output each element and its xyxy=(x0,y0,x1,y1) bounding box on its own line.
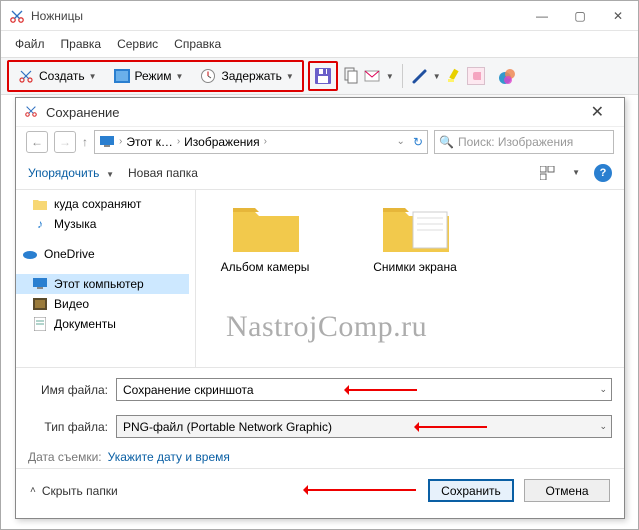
chevron-right-icon: › xyxy=(264,136,267,147)
onedrive-icon xyxy=(22,246,38,262)
chevron-right-icon: › xyxy=(177,136,180,147)
menu-help[interactable]: Справка xyxy=(168,35,227,53)
watermark: NastrojComp.ru xyxy=(226,310,427,344)
breadcrumb-seg[interactable]: Изображения xyxy=(184,135,259,149)
monitor-icon xyxy=(32,276,48,292)
search-placeholder: Поиск: Изображения xyxy=(458,135,573,149)
filename-input[interactable]: Сохранение скриншота ⌄ xyxy=(116,378,612,401)
tree-item[interactable]: OneDrive xyxy=(22,244,189,264)
save-dialog: Сохранение ✕ ← → ↑ › Этот к… › Изображен… xyxy=(15,97,625,519)
folder-icon xyxy=(229,200,301,256)
scissors-icon xyxy=(9,8,25,24)
maximize-button[interactable]: ▢ xyxy=(568,9,592,23)
mail-icon[interactable] xyxy=(364,67,382,85)
chevron-down-icon[interactable]: ⌄ xyxy=(599,421,607,432)
chevron-down-icon[interactable]: ▼ xyxy=(572,168,580,177)
dialog-close-button[interactable]: ✕ xyxy=(579,102,616,122)
delay-button[interactable]: Задержать ▼ xyxy=(193,64,299,88)
clock-icon xyxy=(199,67,217,85)
help-icon[interactable]: ? xyxy=(594,164,612,182)
highlighter-icon[interactable] xyxy=(445,67,463,85)
folder-tree[interactable]: куда сохраняют ♪Музыка OneDrive Этот ком… xyxy=(16,190,196,367)
chevron-down-icon: ▼ xyxy=(286,72,294,81)
pen-icon[interactable] xyxy=(411,67,429,85)
tree-item-thispc[interactable]: Этот компьютер xyxy=(16,274,189,294)
save-button[interactable]: Сохранить xyxy=(428,479,514,502)
view-icon[interactable] xyxy=(538,163,558,183)
copy-icon[interactable] xyxy=(342,67,360,85)
save-icon[interactable] xyxy=(314,67,332,85)
menu-service[interactable]: Сервис xyxy=(111,35,164,53)
new-folder-button[interactable]: Новая папка xyxy=(128,166,198,180)
annotation-arrow xyxy=(306,489,416,491)
chevron-right-icon: › xyxy=(119,136,122,147)
search-input[interactable]: 🔍 Поиск: Изображения xyxy=(434,130,614,154)
nav-forward-button[interactable]: → xyxy=(54,131,76,153)
cancel-button[interactable]: Отмена xyxy=(524,479,610,502)
tree-item[interactable]: Документы xyxy=(32,314,189,334)
eraser-icon[interactable] xyxy=(467,67,485,85)
menu-file[interactable]: Файл xyxy=(9,35,51,53)
chevron-down-icon[interactable]: ▼ xyxy=(386,72,394,81)
folder-icon xyxy=(32,196,48,212)
annotation-arrow xyxy=(417,426,487,428)
folder-item[interactable]: Снимки экрана xyxy=(360,200,470,274)
mode-label: Режим xyxy=(135,69,172,83)
scissors-icon xyxy=(17,67,35,85)
folder-thumb-icon xyxy=(379,200,451,256)
highlighted-save-group xyxy=(308,61,338,91)
chevron-down-icon: ▼ xyxy=(89,72,97,81)
monitor-icon xyxy=(99,134,115,150)
chevron-down-icon[interactable]: ⌄ xyxy=(397,136,405,147)
music-icon: ♪ xyxy=(32,216,48,232)
create-button[interactable]: Создать ▼ xyxy=(11,64,103,88)
filetype-select[interactable]: PNG-файл (Portable Network Graphic) ⌄ xyxy=(116,415,612,438)
refresh-icon[interactable]: ↻ xyxy=(413,135,423,149)
minimize-button[interactable]: — xyxy=(530,9,554,23)
dialog-title: Сохранение xyxy=(46,105,579,120)
date-value[interactable]: Укажите дату и время xyxy=(108,450,230,464)
search-icon: 🔍 xyxy=(439,135,454,149)
chevron-down-icon[interactable]: ▼ xyxy=(433,72,441,81)
tree-item[interactable]: Видео xyxy=(32,294,189,314)
organize-button[interactable]: Упорядочить ▼ xyxy=(28,166,114,180)
chevron-up-icon[interactable]: ˄ xyxy=(30,485,36,496)
address-bar[interactable]: › Этот к… › Изображения › ⌄ ↻ xyxy=(94,130,428,154)
close-button[interactable]: ✕ xyxy=(606,9,630,23)
tree-item[interactable]: ♪Музыка xyxy=(32,214,189,234)
filetype-label: Тип файла: xyxy=(28,420,116,434)
highlighted-toolbar-group: Создать ▼ Режим ▼ Задержать ▼ xyxy=(7,60,304,92)
chevron-down-icon[interactable]: ⌄ xyxy=(599,384,607,395)
video-icon xyxy=(32,296,48,312)
annotation-arrow xyxy=(347,389,417,391)
paint3d-icon[interactable] xyxy=(497,67,515,85)
scissors-icon xyxy=(24,104,40,120)
rectangle-icon xyxy=(113,67,131,85)
nav-up-button[interactable]: ↑ xyxy=(82,135,88,149)
create-label: Создать xyxy=(39,69,85,83)
menu-edit[interactable]: Правка xyxy=(55,35,108,53)
tree-item[interactable]: куда сохраняют xyxy=(32,194,189,214)
docs-icon xyxy=(32,316,48,332)
chevron-down-icon: ▼ xyxy=(176,72,184,81)
mode-button[interactable]: Режим ▼ xyxy=(107,64,190,88)
folder-content[interactable]: Альбом камеры Снимки экрана NastrojComp.… xyxy=(196,190,624,367)
filename-label: Имя файла: xyxy=(28,383,116,397)
window-title: Ножницы xyxy=(31,9,530,23)
delay-label: Задержать xyxy=(221,69,281,83)
nav-back-button[interactable]: ← xyxy=(26,131,48,153)
date-label: Дата съемки: xyxy=(28,450,102,464)
folder-item[interactable]: Альбом камеры xyxy=(210,200,320,274)
breadcrumb-seg[interactable]: Этот к… xyxy=(126,135,172,149)
